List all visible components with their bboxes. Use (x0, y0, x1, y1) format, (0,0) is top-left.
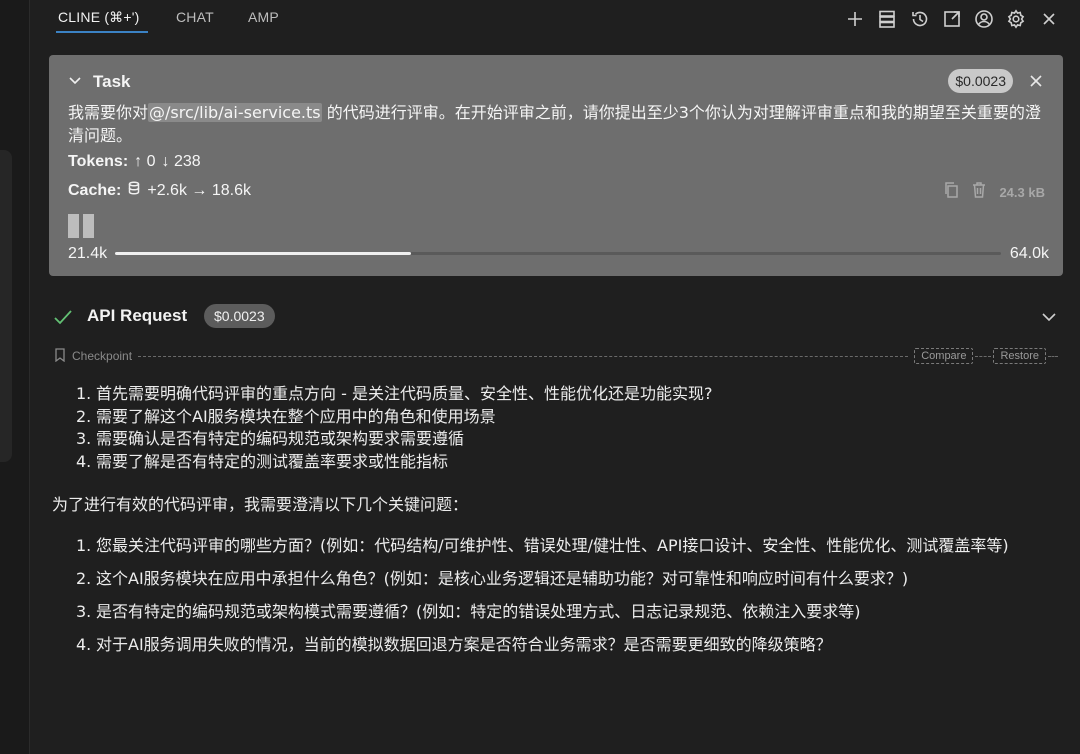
list-number: 2. (76, 406, 92, 426)
tokens-label: Tokens: (68, 153, 129, 170)
response-paragraph: 为了进行有效的代码评审，我需要澄清以下几个关键问题： (52, 495, 469, 514)
task-actions: 24.3 kB (943, 181, 1045, 203)
gear-icon[interactable] (1004, 7, 1028, 31)
tokens-down: ↓ 238 (161, 153, 201, 170)
list-number: 3. (76, 429, 92, 448)
compare-button[interactable]: Compare (914, 348, 974, 364)
tab-bar: CLINE (⌘+') CHAT AMP (32, 0, 1080, 40)
tab-amp[interactable]: AMP (248, 9, 279, 25)
external-link-icon[interactable] (940, 7, 964, 31)
checkpoint-label: Checkpoint (72, 349, 133, 363)
list-item: 4. 需要了解是否有特定的测试覆盖率要求或性能指标 (76, 451, 1064, 474)
copy-icon[interactable] (943, 181, 959, 203)
task-card: Task $0.0023 我需要你对@/src/lib/ai-service.t… (49, 55, 1063, 276)
list-text: 对于AI服务调用失败的情况，当前的模拟数据回退方案是否符合业务需求？是否需要更细… (96, 635, 832, 654)
tab-chat[interactable]: CHAT (176, 9, 214, 25)
context-limit: 64.0k (1009, 245, 1049, 262)
list-number: 3. (76, 602, 92, 621)
list-text: 这个AI服务模块在应用中承担什么角色？(例如：是核心业务逻辑还是辅助功能？对可靠… (96, 569, 909, 588)
context-used: 21.4k (68, 245, 108, 262)
history-icon[interactable] (908, 7, 932, 31)
list-item: 1. 您最关注代码评审的哪些方面？(例如：代码结构/可维护性、错误处理/健壮性、A… (76, 535, 1064, 557)
list-number: 4. (76, 451, 92, 471)
task-size: 24.3 kB (999, 184, 1045, 200)
thinking-list: 1. 首先需要明确代码评审的重点方向 - 是关注代码质量、安全性、性能优化还是功能… (52, 383, 1064, 473)
task-text-prefix: 我需要你对 (68, 103, 149, 122)
list-item: 3. 是否有特定的编码规范或架构模式需要遵循？(例如：特定的错误处理方式、日志记录… (76, 601, 1064, 623)
pause-icon[interactable] (68, 214, 96, 238)
active-tab-indicator (56, 31, 148, 33)
plus-icon[interactable] (843, 7, 867, 31)
chevron-down-icon[interactable] (67, 72, 83, 92)
context-window-bar (115, 252, 1001, 255)
checkpoint-row: Checkpoint Compare Restore (54, 346, 1060, 366)
account-icon[interactable] (972, 7, 996, 31)
list-number: 2. (76, 569, 92, 588)
list-text: 需要确认是否有特定的编码规范或架构要求需要遵循 (96, 429, 465, 448)
bookmark-icon (54, 347, 66, 366)
list-text: 需要了解这个AI服务模块在整个应用中的角色和使用场景 (96, 406, 496, 426)
cache-label: Cache: (68, 181, 122, 199)
list-number: 1. (76, 536, 92, 555)
api-request-row[interactable]: API Request $0.0023 (52, 302, 1062, 330)
question-list: 1. 您最关注代码评审的哪些方面？(例如：代码结构/可维护性、错误处理/健壮性、A… (52, 535, 1064, 656)
tokens-line: Tokens: ↑ 0 ↓ 238 (68, 153, 201, 171)
list-number: 1. (76, 384, 92, 403)
api-request-cost-badge: $0.0023 (204, 304, 275, 328)
list-item: 3. 需要确认是否有特定的编码规范或架构要求需要遵循 (76, 428, 1064, 451)
left-panel-edge (0, 0, 30, 754)
list-text: 是否有特定的编码规范或架构模式需要遵循？(例如：特定的错误处理方式、日志记录规范… (96, 602, 861, 621)
list-item: 1. 首先需要明确代码评审的重点方向 - 是关注代码质量、安全性、性能优化还是功能… (76, 383, 1064, 406)
checkpoint-divider (138, 355, 909, 357)
close-icon[interactable] (1037, 7, 1061, 31)
close-task-icon[interactable] (1027, 72, 1045, 90)
api-request-title: API Request (87, 306, 188, 325)
checkpoint-divider-gap (975, 355, 992, 357)
checkpoint-divider-end (1048, 355, 1058, 357)
trash-icon[interactable] (971, 181, 987, 203)
list-text: 首先需要明确代码评审的重点方向 - 是关注代码质量、安全性、性能优化还是功能实现… (96, 384, 713, 403)
restore-button[interactable]: Restore (993, 348, 1046, 364)
tokens-up: ↑ 0 (134, 153, 156, 170)
task-prompt-text: 我需要你对@/src/lib/ai-service.ts 的代码进行评审。在开始… (68, 101, 1048, 147)
assistant-response: 1. 首先需要明确代码评审的重点方向 - 是关注代码质量、安全性、性能优化还是功能… (52, 383, 1064, 667)
cache-value: +2.6k → 18.6k (147, 181, 251, 199)
list-text: 您最关注代码评审的哪些方面？(例如：代码结构/可维护性、错误处理/健壮性、API… (96, 536, 1009, 555)
server-icon[interactable] (875, 7, 899, 31)
context-window-fill (115, 252, 411, 255)
database-icon (127, 181, 141, 200)
task-title: Task (93, 72, 131, 91)
task-cost-badge: $0.0023 (948, 69, 1013, 93)
file-mention[interactable]: @/src/lib/ai-service.ts (148, 103, 322, 122)
task-header[interactable]: Task (67, 72, 131, 92)
chevron-down-icon[interactable] (1040, 308, 1058, 326)
list-text: 需要了解是否有特定的测试覆盖率要求或性能指标 (96, 451, 449, 471)
list-item: 4. 对于AI服务调用失败的情况，当前的模拟数据回退方案是否符合业务需求？是否需要… (76, 634, 1064, 656)
list-item: 2. 需要了解这个AI服务模块在整个应用中的角色和使用场景 (76, 406, 1064, 429)
tab-cline[interactable]: CLINE (⌘+') (58, 9, 140, 26)
list-item: 2. 这个AI服务模块在应用中承担什么角色？(例如：是核心业务逻辑还是辅助功能？对… (76, 568, 1064, 590)
cache-line: Cache: +2.6k → 18.6k (68, 181, 251, 200)
left-panel-shade (0, 150, 12, 462)
check-icon (52, 306, 74, 328)
list-number: 4. (76, 635, 92, 654)
